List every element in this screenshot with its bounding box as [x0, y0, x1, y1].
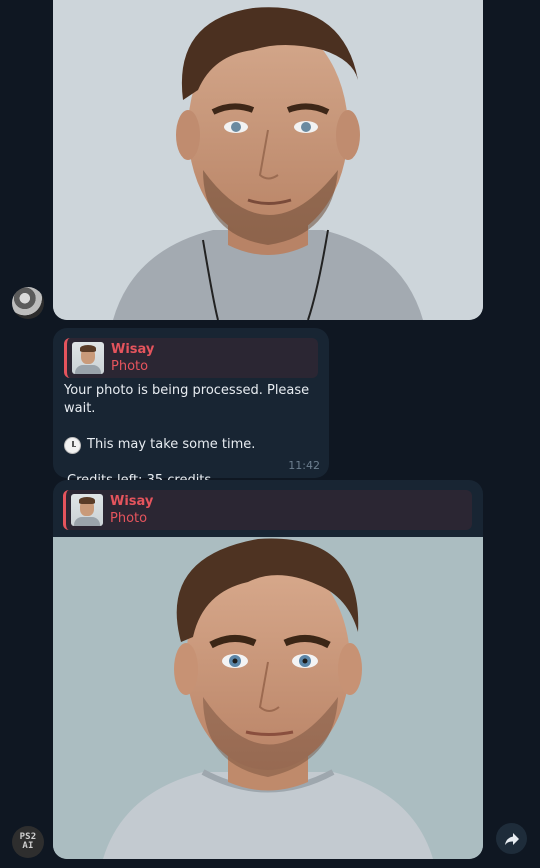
message-time: 11:42 — [288, 459, 320, 472]
result-reply-sender-name: Wisay — [110, 494, 154, 509]
clock-icon — [64, 436, 81, 454]
reply-sender-name: Wisay — [111, 342, 155, 357]
user-avatar[interactable] — [12, 287, 44, 319]
processing-text: Your photo is being processed. Please wa… — [64, 383, 310, 416]
wait-notice-text: This may take some time. — [87, 437, 256, 452]
forward-button[interactable] — [496, 823, 527, 854]
reply-thumbnail — [72, 342, 104, 374]
result-reply-preview[interactable]: Wisay Photo — [63, 490, 472, 530]
wait-notice: This may take some time. — [64, 436, 318, 454]
result-reply-media-type: Photo — [110, 511, 148, 526]
status-message: Wisay Photo Your photo is being processe… — [53, 328, 329, 488]
uploaded-photo[interactable] — [53, 0, 483, 320]
reply-preview[interactable]: Wisay Photo — [64, 338, 318, 378]
result-reply-thumbnail — [71, 494, 103, 526]
portrait-photo — [53, 0, 483, 320]
result-photo-message[interactable]: Wisay Photo — [53, 480, 483, 859]
bot-avatar[interactable]: PS2 AI — [12, 826, 44, 858]
bot-avatar-line2: AI — [22, 841, 34, 851]
result-portrait-image[interactable] — [53, 537, 483, 859]
chat-area: Wisay Photo Your photo is being processe… — [0, 0, 540, 868]
forward-icon — [504, 832, 519, 845]
reply-media-type: Photo — [111, 359, 149, 374]
